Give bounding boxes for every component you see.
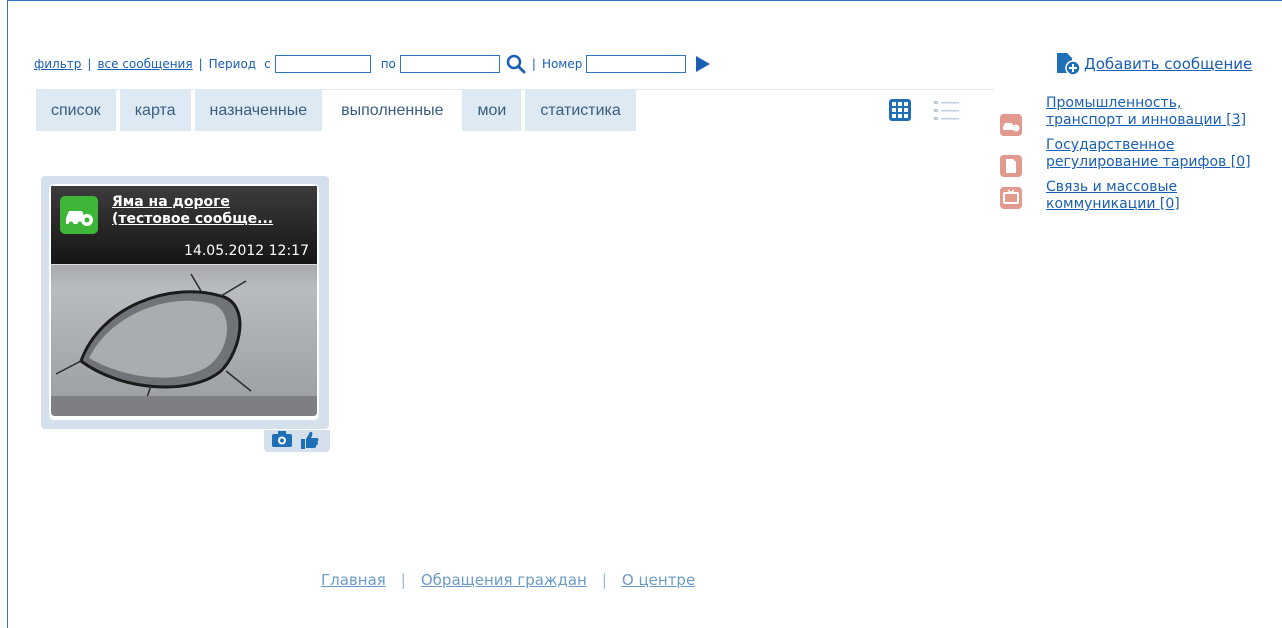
footer-link-about[interactable]: О центре bbox=[622, 571, 695, 589]
gear-car-icon bbox=[1000, 114, 1022, 136]
go-arrow-icon[interactable] bbox=[696, 56, 711, 72]
period-label: Период bbox=[208, 57, 257, 71]
camera-icon bbox=[272, 431, 292, 447]
category-link-industry[interactable]: Промышленность, транспорт и инновации [3… bbox=[1046, 95, 1246, 128]
add-message-label[interactable]: Добавить сообщение bbox=[1084, 55, 1252, 73]
message-card-body[interactable]: Яма на дороге (тестовое сообще... 14.05.… bbox=[49, 184, 319, 420]
list-item: Промышленность, транспорт и инновации [3… bbox=[998, 95, 1258, 136]
list-view-icon[interactable] bbox=[933, 99, 961, 123]
separator: | bbox=[87, 57, 92, 71]
tab-map[interactable]: карта bbox=[119, 90, 191, 131]
tab-completed[interactable]: выполненные bbox=[326, 90, 459, 131]
tab-list[interactable]: список bbox=[36, 90, 116, 131]
tab-statistics[interactable]: статистика bbox=[525, 90, 636, 131]
search-icon[interactable] bbox=[506, 54, 526, 74]
from-label: с bbox=[264, 57, 271, 71]
category-list: Промышленность, транспорт и инновации [3… bbox=[998, 95, 1258, 221]
grid-view-icon[interactable] bbox=[889, 99, 911, 121]
card-header: Яма на дороге (тестовое сообще... 14.05.… bbox=[51, 186, 317, 265]
separator: | bbox=[198, 57, 203, 71]
period-from-input[interactable] bbox=[274, 55, 371, 73]
list-item: Государственное регулирование тарифов [0… bbox=[998, 137, 1258, 177]
document-icon bbox=[1000, 155, 1022, 177]
card-date: 14.05.2012 12:17 bbox=[184, 243, 309, 259]
separator: | bbox=[400, 571, 406, 589]
all-messages-link[interactable]: все сообщения bbox=[97, 57, 192, 71]
filter-link[interactable]: фильтр bbox=[34, 57, 81, 71]
thumbs-up-icon[interactable] bbox=[297, 430, 321, 450]
add-document-icon bbox=[1057, 53, 1081, 76]
tab-assigned[interactable]: назначенные bbox=[194, 90, 323, 131]
list-item: Связь и массовые коммуникации [0] bbox=[998, 179, 1258, 213]
category-link-communications[interactable]: Связь и массовые коммуникации [0] bbox=[1046, 179, 1180, 212]
separator: | bbox=[531, 57, 536, 71]
period-to-input[interactable] bbox=[399, 55, 500, 73]
separator: | bbox=[601, 571, 607, 589]
category-link-tariffs[interactable]: Государственное регулирование тарифов [0… bbox=[1046, 137, 1251, 170]
footer-link-appeals[interactable]: Обращения граждан bbox=[421, 571, 587, 589]
message-card[interactable]: Яма на дороге (тестовое сообще... 14.05.… bbox=[41, 176, 329, 429]
footer-link-home[interactable]: Главная bbox=[321, 571, 386, 589]
gear-car-icon bbox=[60, 196, 98, 234]
number-label: Номер bbox=[541, 57, 583, 71]
tab-mine[interactable]: мои bbox=[462, 90, 522, 131]
number-input[interactable] bbox=[586, 55, 687, 73]
to-label: по bbox=[380, 57, 396, 71]
filter-bar: фильтр | все сообщения | Период с по | Н… bbox=[34, 53, 711, 75]
tab-bar: список карта назначенные выполненные мои… bbox=[36, 90, 640, 131]
card-title[interactable]: Яма на дороге (тестовое сообще... bbox=[112, 194, 312, 228]
add-message-button[interactable]: Добавить сообщение bbox=[1055, 52, 1252, 76]
footer-nav: Главная | Обращения граждан | О центре bbox=[321, 571, 695, 589]
tv-icon bbox=[1000, 187, 1022, 209]
